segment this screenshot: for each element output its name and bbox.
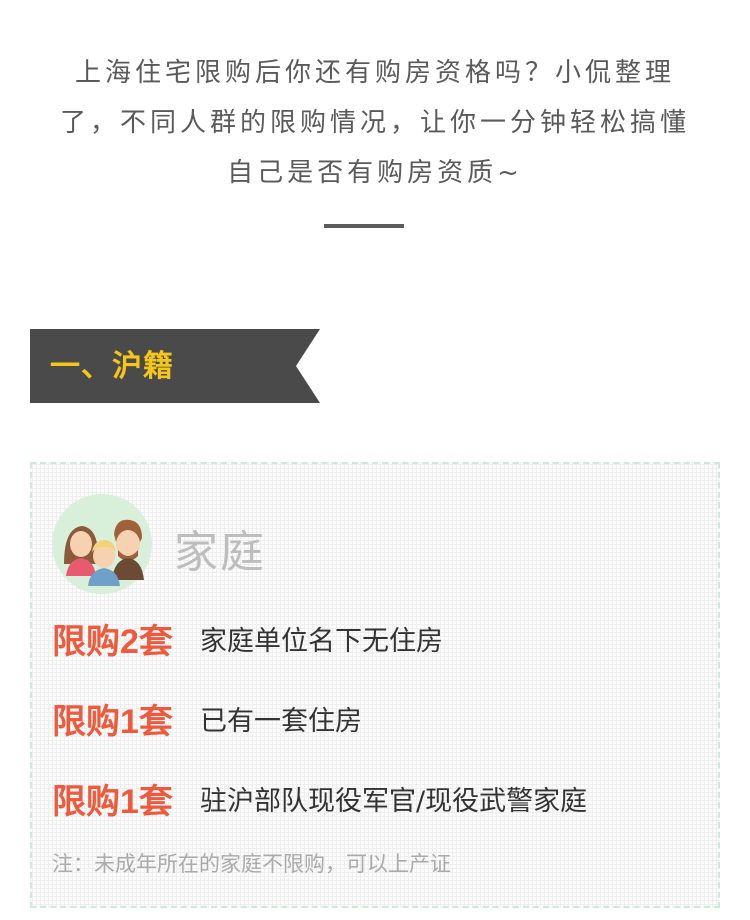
rule-description: 家庭单位名下无住房 <box>200 626 444 657</box>
rule-description: 已有一套住房 <box>200 706 363 737</box>
rule-row: 限购2套 家庭单位名下无住房 <box>52 614 443 664</box>
section-title: 一、沪籍 <box>50 349 174 384</box>
footnote: 注：未成年所在的家庭不限购，可以上产证 <box>52 852 451 876</box>
rule-description: 驻沪部队现役军官/现役武警家庭 <box>200 786 588 817</box>
section-banner: 一、沪籍 <box>30 329 320 403</box>
rule-tag: 限购2套 <box>52 623 173 661</box>
intro-line: 自己是否有购房资质~ <box>227 158 523 188</box>
family-card: 家庭 限购2套 家庭单位名下无住房 限购1套 已有一套住房 限购1套 驻沪部队现… <box>30 462 720 908</box>
rule-tag: 限购1套 <box>52 783 173 821</box>
intro-line: 了，不同人群的限购情况，让你一分钟轻松搞懂 <box>59 108 690 138</box>
family-icon <box>52 494 152 594</box>
intro-paragraph: 上海住宅限购后你还有购房资格吗？小侃整理 了，不同人群的限购情况，让你一分钟轻松… <box>0 48 750 198</box>
divider <box>324 224 404 228</box>
rule-row: 限购1套 驻沪部队现役军官/现役武警家庭 <box>52 774 587 824</box>
rule-tag: 限购1套 <box>52 703 173 741</box>
intro-line: 上海住宅限购后你还有购房资格吗？小侃整理 <box>74 58 675 88</box>
category-label: 家庭 <box>174 527 266 578</box>
rule-row: 限购1套 已有一套住房 <box>52 694 362 744</box>
